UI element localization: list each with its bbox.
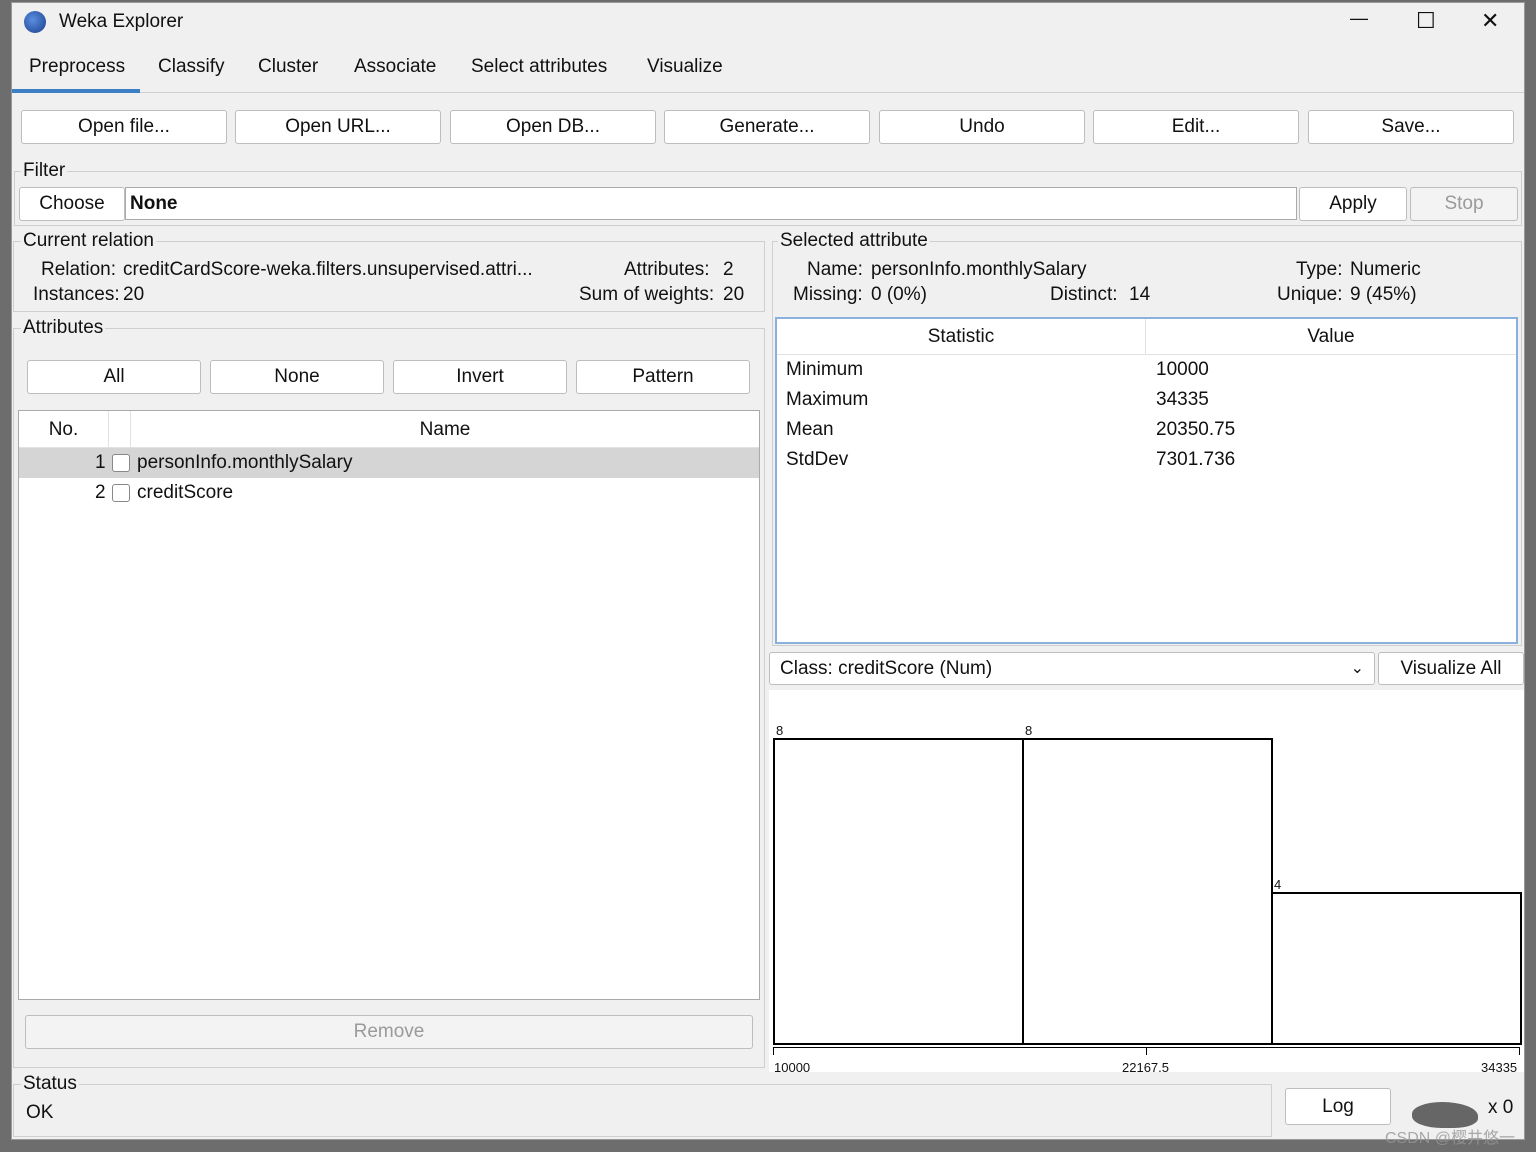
stat-value: 20350.75 (1156, 419, 1236, 440)
relation-label: Relation: (41, 259, 116, 280)
axis-label-max: 34335 (1481, 1060, 1518, 1075)
filter-field[interactable]: None (125, 187, 1297, 220)
tab-preprocess[interactable]: Preprocess (29, 56, 125, 78)
stat-name: Maximum (786, 389, 869, 410)
open-url-button[interactable]: Open URL... (235, 110, 441, 144)
chevron-down-icon: ⌄ (1350, 660, 1364, 677)
class-dropdown[interactable]: Class: creditScore (Num) ⌄ (769, 652, 1375, 685)
tab-associate[interactable]: Associate (354, 56, 436, 78)
bar-count-label: 8 (1025, 723, 1033, 738)
generate-button[interactable]: Generate... (664, 110, 870, 144)
attributes-label: Attributes (21, 317, 106, 339)
weka-logo-icon (24, 11, 46, 33)
axis-label-min: 10000 (774, 1060, 811, 1075)
task-count: x 0 (1488, 1097, 1514, 1118)
window-title: Weka Explorer (59, 11, 184, 32)
visualize-all-button[interactable]: Visualize All (1378, 652, 1524, 685)
status-text: OK (26, 1102, 54, 1123)
attribute-row[interactable]: 1 personInfo.monthlySalary (19, 448, 759, 478)
name-label: Name: (807, 259, 863, 280)
attributes-count-label: Attributes: (624, 259, 710, 280)
status-label: Status (21, 1073, 79, 1095)
attribute-no: 2 (95, 482, 106, 503)
filter-label: Filter (21, 160, 68, 182)
class-dropdown-value: Class: creditScore (Num) (780, 658, 993, 679)
distinct-label: Distinct: (1050, 284, 1118, 305)
col-value-header[interactable]: Value (1146, 319, 1516, 355)
tab-classify[interactable]: Classify (158, 56, 225, 78)
stat-value: 10000 (1156, 359, 1209, 380)
axis-tick (773, 1047, 774, 1055)
attributes-count-value: 2 (723, 259, 734, 280)
histogram-bar (1271, 891, 1522, 1045)
stat-value: 7301.736 (1156, 449, 1236, 470)
instances-value: 20 (123, 284, 145, 305)
maximize-button[interactable]: ☐ (1416, 8, 1436, 34)
histogram-bar (1022, 738, 1273, 1045)
choose-filter-button[interactable]: Choose (19, 187, 125, 221)
stat-value: 34335 (1156, 389, 1209, 410)
stat-name: Mean (786, 419, 834, 440)
tab-visualize[interactable]: Visualize (647, 56, 723, 78)
remove-button[interactable]: Remove (25, 1015, 753, 1049)
stat-name: StdDev (786, 449, 849, 470)
name-value: personInfo.monthlySalary (871, 259, 1087, 280)
attribute-row[interactable]: 2 creditScore (19, 478, 759, 508)
col-check-header[interactable] (109, 411, 131, 448)
active-tab-indicator (12, 89, 140, 93)
axis-tick (1146, 1047, 1147, 1055)
type-label: Type: (1296, 259, 1343, 280)
tab-select-attributes[interactable]: Select attributes (471, 56, 607, 78)
status-group (13, 1084, 1272, 1137)
sum-weights-label: Sum of weights: (579, 284, 715, 305)
axis-tick (1519, 1047, 1520, 1055)
unique-label: Unique: (1277, 284, 1343, 305)
tab-divider (12, 92, 1524, 93)
save-button[interactable]: Save... (1308, 110, 1514, 144)
close-button[interactable]: ✕ (1481, 8, 1499, 34)
relation-value: creditCardScore-weka.filters.unsupervise… (123, 259, 533, 280)
bar-count-label: 8 (776, 723, 784, 738)
sum-weights-value: 20 (723, 284, 745, 305)
invert-button[interactable]: Invert (393, 360, 567, 394)
type-value: Numeric (1350, 259, 1421, 280)
distinct-value: 14 (1129, 284, 1151, 305)
open-file-button[interactable]: Open file... (21, 110, 227, 144)
selected-attribute-label: Selected attribute (778, 230, 930, 252)
open-db-button[interactable]: Open DB... (450, 110, 656, 144)
histogram-bar (773, 738, 1024, 1045)
missing-label: Missing: (793, 284, 863, 305)
col-statistic-header[interactable]: Statistic (777, 319, 1146, 355)
tab-cluster[interactable]: Cluster (258, 56, 318, 78)
axis-label-mid: 22167.5 (1122, 1060, 1169, 1075)
attribute-no: 1 (95, 452, 106, 473)
attribute-checkbox[interactable] (112, 454, 130, 472)
watermark: CSDN @樱井悠一 (1385, 1130, 1516, 1147)
instances-label: Instances: (33, 284, 120, 305)
current-relation-label: Current relation (21, 230, 156, 252)
log-button[interactable]: Log (1285, 1088, 1391, 1125)
attribute-checkbox[interactable] (112, 484, 130, 502)
pattern-button[interactable]: Pattern (576, 360, 750, 394)
undo-button[interactable]: Undo (879, 110, 1085, 144)
attribute-name: creditScore (137, 482, 234, 503)
attribute-name: personInfo.monthlySalary (137, 452, 353, 473)
col-no-header[interactable]: No. (19, 411, 109, 448)
stat-name: Minimum (786, 359, 864, 380)
edit-button[interactable]: Edit... (1093, 110, 1299, 144)
stop-button[interactable]: Stop (1410, 187, 1518, 221)
statistics-table (775, 317, 1518, 644)
unique-value: 9 (45%) (1350, 284, 1417, 305)
bar-count-label: 4 (1274, 876, 1282, 892)
select-all-button[interactable]: All (27, 360, 201, 394)
apply-button[interactable]: Apply (1299, 187, 1407, 221)
select-none-button[interactable]: None (210, 360, 384, 394)
missing-value: 0 (0%) (871, 284, 927, 305)
minimize-button[interactable]: — (1350, 8, 1368, 29)
col-name-header[interactable]: Name (131, 411, 759, 448)
